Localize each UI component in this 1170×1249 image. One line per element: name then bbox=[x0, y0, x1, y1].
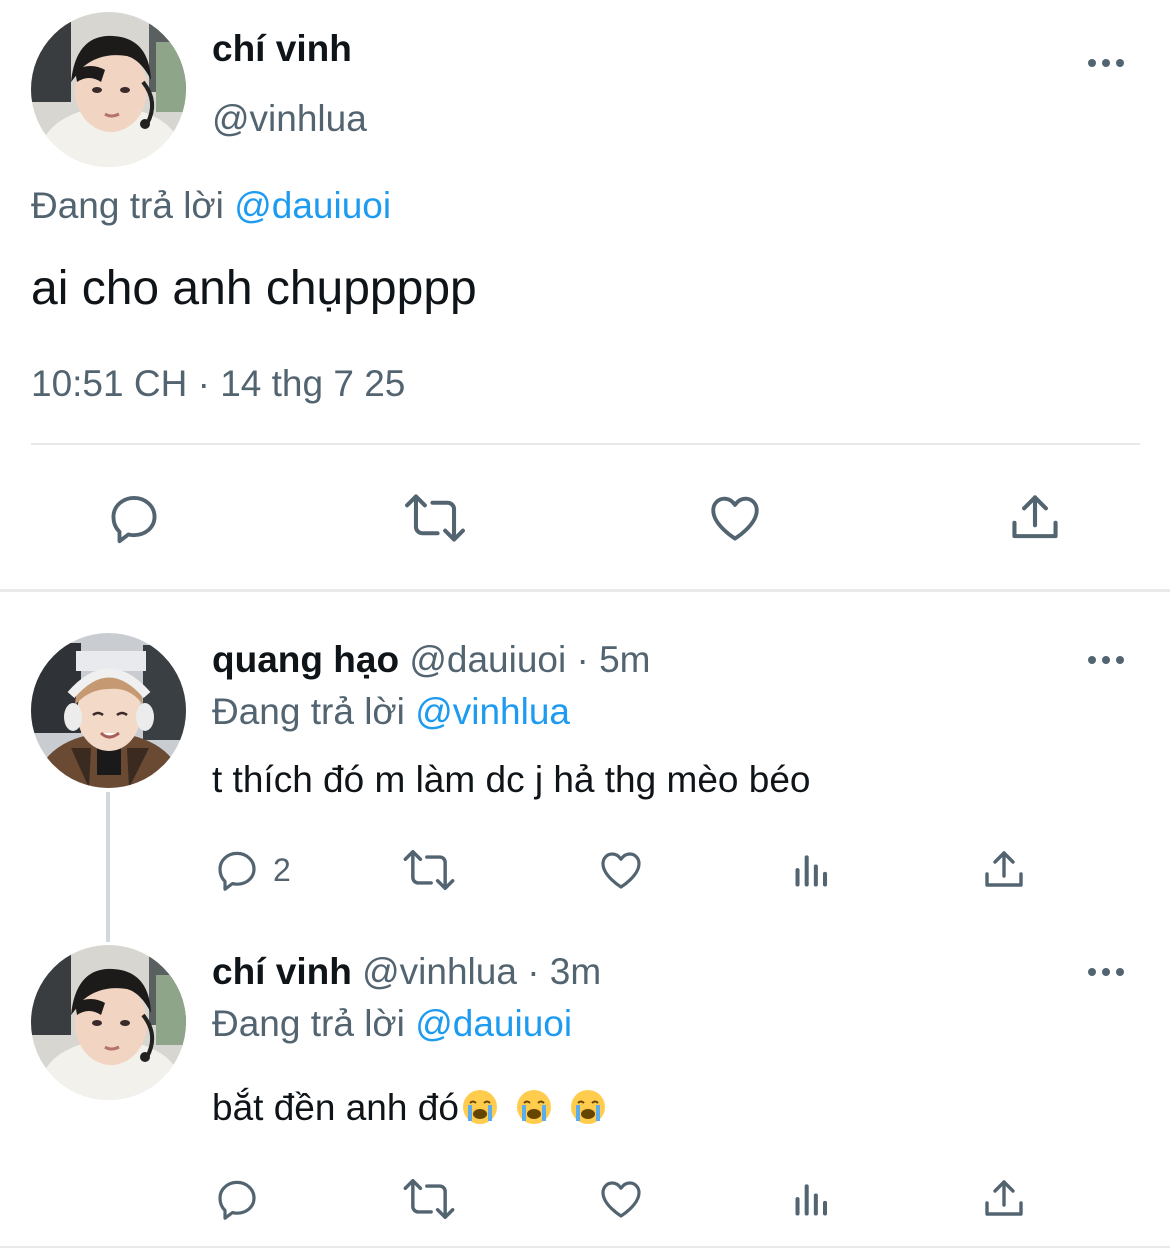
retweet-icon[interactable] bbox=[402, 489, 468, 547]
loudly-crying-face-icon bbox=[569, 1088, 607, 1126]
like-icon[interactable] bbox=[596, 846, 646, 894]
avatar[interactable] bbox=[31, 12, 186, 167]
views-icon[interactable] bbox=[790, 1177, 834, 1221]
reply-context: Đang trả lời @dauiuoi bbox=[212, 1002, 572, 1046]
share-icon[interactable] bbox=[980, 1175, 1028, 1223]
avatar[interactable] bbox=[31, 945, 186, 1100]
avatar[interactable] bbox=[31, 633, 186, 788]
reply-prefix: Đang trả lời bbox=[31, 185, 224, 226]
thread-line bbox=[106, 792, 110, 942]
more-options-icon[interactable] bbox=[1088, 59, 1124, 67]
tweet-text: bắt đền anh đó bbox=[212, 1087, 459, 1128]
display-name[interactable]: chí vinh bbox=[212, 28, 352, 70]
share-icon[interactable] bbox=[1006, 489, 1064, 547]
like-icon[interactable] bbox=[596, 1175, 646, 1223]
tweet-text-container: bắt đền anh đó bbox=[212, 1086, 607, 1130]
retweet-icon[interactable] bbox=[401, 846, 457, 894]
user-handle[interactable]: @vinhlua bbox=[212, 98, 367, 140]
relative-time[interactable]: · 3m bbox=[527, 951, 601, 992]
tweet-timestamp[interactable]: 10:51 CH · 14 thg 7 25 bbox=[31, 363, 405, 405]
reply-prefix: Đang trả lời bbox=[212, 1003, 405, 1044]
like-icon[interactable] bbox=[705, 489, 765, 547]
loudly-crying-face-icon bbox=[515, 1088, 553, 1126]
reply-context: Đang trả lời @dauiuoi bbox=[31, 185, 391, 227]
reply-icon[interactable]: 2 bbox=[213, 846, 291, 894]
bottom-divider bbox=[0, 1246, 1170, 1248]
display-name[interactable]: chí vinh bbox=[212, 951, 352, 992]
display-name[interactable]: quang hạo bbox=[212, 639, 399, 680]
reply-context: Đang trả lời @vinhlua bbox=[212, 690, 570, 734]
section-divider bbox=[0, 589, 1170, 592]
loudly-crying-face-icon bbox=[461, 1088, 499, 1126]
more-options-icon[interactable] bbox=[1088, 656, 1124, 664]
reply-to-link[interactable]: @vinhlua bbox=[415, 691, 570, 732]
reply-count: 2 bbox=[273, 851, 291, 888]
share-icon[interactable] bbox=[980, 846, 1028, 894]
tweet-text: t thích đó m làm dc j hả thg mèo béo bbox=[212, 759, 811, 800]
divider bbox=[31, 443, 1140, 445]
reply-to-link[interactable]: @dauiuoi bbox=[415, 1003, 572, 1044]
views-icon[interactable] bbox=[790, 848, 834, 892]
user-handle[interactable]: @dauiuoi bbox=[409, 639, 566, 680]
reply-icon[interactable] bbox=[105, 489, 163, 547]
reply-icon[interactable] bbox=[213, 1175, 261, 1223]
user-handle[interactable]: @vinhlua bbox=[362, 951, 517, 992]
reply-header: chí vinh @vinhlua · 3m bbox=[212, 950, 601, 994]
more-options-icon[interactable] bbox=[1088, 968, 1124, 976]
retweet-icon[interactable] bbox=[401, 1175, 457, 1223]
relative-time[interactable]: · 5m bbox=[577, 639, 651, 680]
reply-prefix: Đang trả lời bbox=[212, 691, 405, 732]
reply-header: quang hạo @dauiuoi · 5m bbox=[212, 638, 651, 682]
tweet-text: ai cho anh chụppppp bbox=[31, 262, 477, 315]
reply-to-link[interactable]: @dauiuoi bbox=[234, 185, 391, 226]
